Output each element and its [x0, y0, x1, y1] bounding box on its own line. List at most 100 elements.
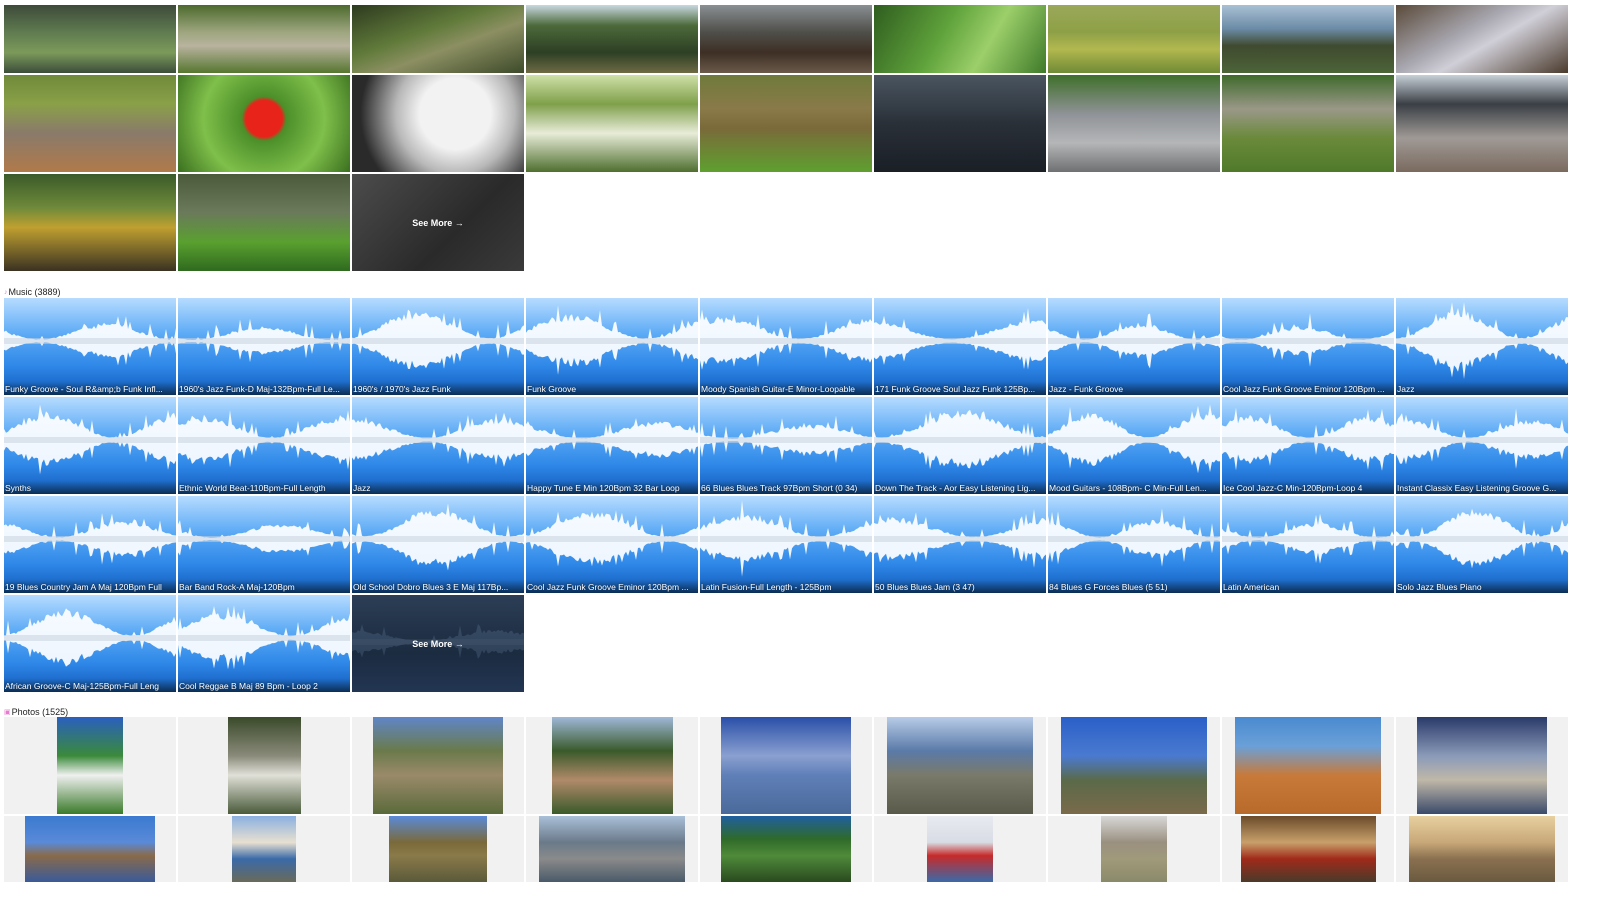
photo-cell[interactable] — [1048, 717, 1220, 814]
music-track-tile[interactable]: Bar Band Rock-A Maj-120Bpm — [178, 496, 350, 593]
music-track-tile[interactable]: Mood Guitars - 108Bpm- C Min-Full Len... — [1048, 397, 1220, 494]
photo-thumbnail-sunset-hills[interactable] — [1409, 816, 1555, 882]
photo-thumbnail-rocky-coast[interactable] — [887, 717, 1033, 814]
music-see-more-label: See More → — [412, 638, 464, 649]
photo-cell[interactable] — [1222, 717, 1394, 814]
music-track-tile[interactable]: Funk Groove — [526, 298, 698, 395]
video-thumbnail-village-rooftops[interactable] — [4, 75, 176, 172]
music-track-tile[interactable]: Ice Cool Jazz-C Min-120Bpm-Loop 4 — [1222, 397, 1394, 494]
music-track-tile[interactable]: Cool Jazz Funk Groove Eminor 120Bpm ... — [1222, 298, 1394, 395]
music-track-tile[interactable]: 84 Blues G Forces Blues (5 51) — [1048, 496, 1220, 593]
music-track-tile[interactable]: 19 Blues Country Jam A Maj 120Bpm Full — [4, 496, 176, 593]
photo-cell[interactable] — [352, 816, 524, 882]
photo-thumbnail-palm-tree-house[interactable] — [57, 717, 123, 814]
photo-thumbnail-island-rocks[interactable] — [25, 816, 155, 882]
photo-cell[interactable] — [4, 816, 176, 882]
video-thumbnail-cyclist-path[interactable] — [178, 5, 350, 73]
photo-thumbnail-sea-clouds[interactable] — [721, 717, 851, 814]
photo-thumbnail-chateau-village[interactable] — [551, 717, 673, 814]
music-track-title: Moody Spanish Guitar-E Minor-Loopable — [701, 384, 856, 394]
video-thumbnail-canal-lock[interactable] — [4, 174, 176, 271]
video-thumbnail-forest-trees[interactable] — [526, 5, 698, 73]
video-thumbnail-lily-pads[interactable] — [352, 5, 524, 73]
photo-cell[interactable] — [526, 816, 698, 882]
photo-cell[interactable] — [178, 717, 350, 814]
photo-thumbnail-green-field[interactable] — [721, 816, 851, 882]
video-thumbnail-wooden-bridge[interactable] — [700, 5, 872, 73]
video-thumbnail-grassy-bank[interactable] — [178, 174, 350, 271]
music-track-tile[interactable]: 66 Blues Blues Track 97Bpm Short (0 34) — [700, 397, 872, 494]
videos-see-more-tile[interactable]: See More → — [352, 174, 524, 271]
photos-section-title: Photos (1525) — [11, 707, 69, 717]
video-thumbnail-brown-river[interactable] — [700, 75, 872, 172]
music-track-tile[interactable]: Funky Groove - Soul R&amp;b Funk Infl... — [4, 298, 176, 395]
photo-cell[interactable] — [1222, 816, 1394, 882]
photo-cell[interactable] — [700, 816, 872, 882]
music-track-title: Funky Groove - Soul R&amp;b Funk Infl... — [5, 384, 163, 394]
waveform-graphic — [1048, 404, 1220, 474]
music-track-tile[interactable]: Latin American — [1222, 496, 1394, 593]
photo-cell[interactable] — [4, 717, 176, 814]
music-track-tile[interactable]: Down The Track - Aor Easy Listening Lig.… — [874, 397, 1046, 494]
music-track-tile[interactable]: Cool Reggae B Maj 89 Bpm - Loop 2 — [178, 595, 350, 692]
photo-cell[interactable] — [1048, 816, 1220, 882]
photo-cell[interactable] — [352, 717, 524, 814]
video-thumbnail-red-tulip[interactable] — [178, 75, 350, 172]
music-track-tile[interactable]: Happy Tune E Min 120Bpm 32 Bar Loop — [526, 397, 698, 494]
music-track-tile[interactable]: Old School Dobro Blues 3 E Maj 117Bp... — [352, 496, 524, 593]
music-track-tile[interactable]: Latin Fusion-Full Length - 125Bpm — [700, 496, 872, 593]
music-track-tile[interactable]: Ethnic World Beat-110Bpm-Full Length — [178, 397, 350, 494]
music-track-title: Latin American — [1223, 582, 1280, 592]
music-track-title: 1960's / 1970's Jazz Funk — [353, 384, 451, 394]
video-thumbnail-riverside-walk[interactable] — [1048, 5, 1220, 73]
music-track-tile[interactable]: Jazz - Funk Groove — [1048, 298, 1220, 395]
music-track-tile[interactable]: 1960's Jazz Funk-D Maj-132Bpm-Full Le... — [178, 298, 350, 395]
photo-cell[interactable] — [1396, 717, 1568, 814]
video-thumbnail-frosty-grass[interactable] — [1396, 5, 1568, 73]
photo-cell[interactable] — [526, 717, 698, 814]
music-track-tile[interactable]: 1960's / 1970's Jazz Funk — [352, 298, 524, 395]
video-thumbnail-canal-bridge[interactable] — [4, 5, 176, 73]
music-track-tile[interactable]: Instant Classix Easy Listening Groove G.… — [1396, 397, 1568, 494]
photo-thumbnail-grassy-shore[interactable] — [389, 816, 487, 882]
photo-thumbnail-sailboat[interactable] — [927, 816, 993, 882]
photo-cell[interactable] — [700, 717, 872, 814]
photo-cell[interactable] — [178, 816, 350, 882]
photo-thumbnail-blue-house[interactable] — [232, 816, 296, 882]
photo-thumbnail-harbor-boats[interactable] — [1417, 717, 1547, 814]
music-track-tile[interactable]: Jazz — [352, 397, 524, 494]
music-track-tile[interactable]: 50 Blues Blues Jam (3 47) — [874, 496, 1046, 593]
music-track-tile[interactable]: 171 Funk Groove Soul Jazz Funk 125Bp... — [874, 298, 1046, 395]
photo-cell[interactable] — [874, 717, 1046, 814]
photo-cell[interactable] — [874, 816, 1046, 882]
video-thumbnail-car-bicycle[interactable] — [1048, 75, 1220, 172]
video-thumbnail-green-leaves[interactable] — [874, 5, 1046, 73]
waveform-graphic — [4, 316, 176, 366]
photo-thumbnail-cathedral-field[interactable] — [1101, 816, 1167, 882]
photo-thumbnail-coast-house[interactable] — [1061, 717, 1207, 814]
waveform-graphic — [352, 503, 524, 571]
music-track-tile[interactable]: Cool Jazz Funk Groove Eminor 120Bpm ... — [526, 496, 698, 593]
waveform-graphic — [4, 404, 176, 475]
photo-thumbnail-hotel-terrace[interactable] — [1240, 816, 1376, 882]
photo-cell[interactable] — [1396, 816, 1568, 882]
photo-thumbnail-mountain-stream[interactable] — [227, 717, 301, 814]
video-thumbnail-blossom-bush[interactable] — [526, 75, 698, 172]
photo-thumbnail-rocky-valley[interactable] — [373, 717, 503, 814]
videos-section: See More → — [4, 5, 1568, 271]
video-thumbnail-bare-branches[interactable] — [352, 75, 524, 172]
video-thumbnail-ducks-pond[interactable] — [874, 75, 1046, 172]
music-track-tile[interactable]: Moody Spanish Guitar-E Minor-Loopable — [700, 298, 872, 395]
music-see-more-tile[interactable]: See More → — [352, 595, 524, 692]
music-track-tile[interactable]: Jazz — [1396, 298, 1568, 395]
music-track-tile[interactable]: African Groove-C Maj-125Bpm-Full Leng — [4, 595, 176, 692]
music-track-title: Solo Jazz Blues Piano — [1397, 582, 1482, 592]
music-track-tile[interactable]: Synths — [4, 397, 176, 494]
video-thumbnail-coastal-cliff[interactable] — [1222, 5, 1394, 73]
photo-thumbnail-red-rocks[interactable] — [1235, 717, 1381, 814]
video-thumbnail-train-platform[interactable] — [1396, 75, 1568, 172]
waveform-graphic — [700, 415, 872, 464]
photo-thumbnail-marina-flags[interactable] — [539, 816, 685, 882]
music-track-tile[interactable]: Solo Jazz Blues Piano — [1396, 496, 1568, 593]
video-thumbnail-stone-ruins[interactable] — [1222, 75, 1394, 172]
